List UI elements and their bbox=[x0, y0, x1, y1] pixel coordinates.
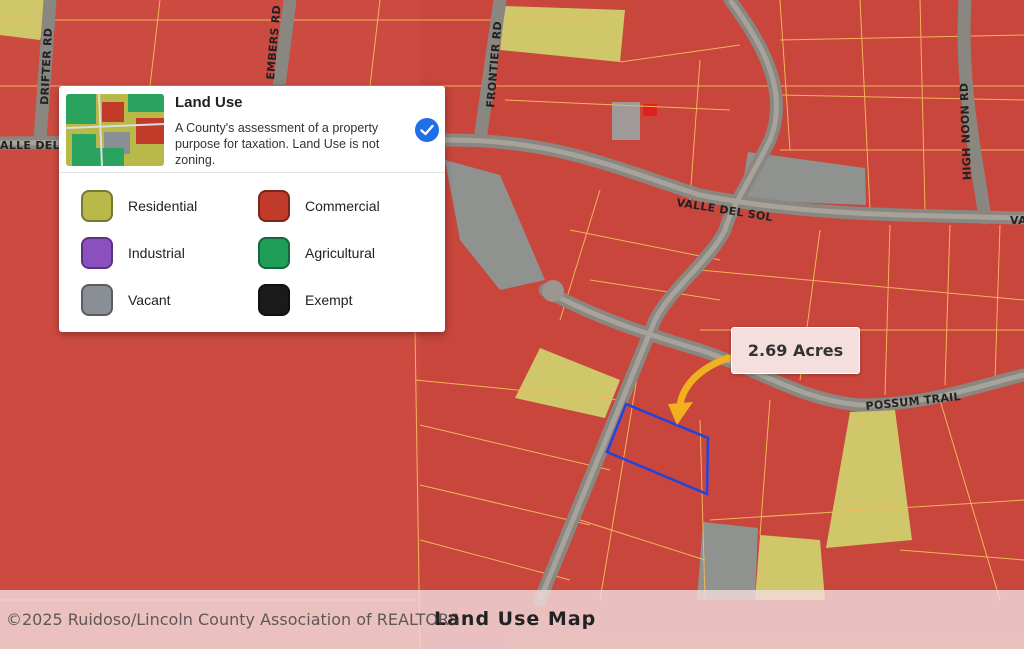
legend-label: Vacant bbox=[128, 292, 171, 308]
commercial-swatch bbox=[258, 190, 290, 222]
copyright-watermark: ©2025 Ruidoso/Lincoln County Association… bbox=[6, 610, 460, 629]
land-use-thumbnail bbox=[66, 94, 164, 166]
exempt-swatch bbox=[258, 284, 290, 316]
checkmark-icon[interactable] bbox=[415, 118, 439, 142]
legend-label: Agricultural bbox=[305, 245, 376, 261]
residential-swatch bbox=[81, 190, 113, 222]
legend-label: Commercial bbox=[305, 198, 380, 214]
acreage-callout: 2.69 Acres bbox=[731, 327, 860, 374]
vacant-parcel bbox=[697, 522, 758, 600]
cul-de-sac bbox=[542, 280, 564, 302]
vacant-swatch bbox=[81, 284, 113, 316]
road-label-valle-del-sol-east: VA bbox=[1010, 214, 1024, 227]
vacant-parcel bbox=[612, 102, 640, 140]
agricultural-swatch bbox=[258, 237, 290, 269]
industrial-swatch bbox=[81, 237, 113, 269]
land-use-legend: Land Use A County's assessment of a prop… bbox=[59, 86, 445, 332]
legend-label: Industrial bbox=[128, 245, 185, 261]
legend-header[interactable]: Land Use A County's assessment of a prop… bbox=[59, 86, 445, 173]
legend-label: Residential bbox=[128, 198, 198, 214]
legend-title: Land Use bbox=[175, 94, 243, 111]
legend-description: A County's assessment of a property purp… bbox=[175, 121, 380, 167]
acreage-label: 2.69 Acres bbox=[747, 341, 844, 360]
legend-label: Exempt bbox=[305, 292, 353, 308]
